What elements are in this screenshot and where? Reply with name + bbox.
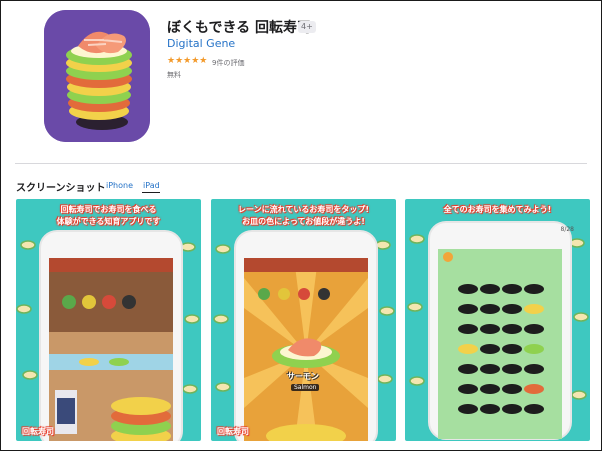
caption-line-1: レーンに流れているお寿司をタップ! [237, 205, 369, 214]
tab-iphone[interactable]: iPhone [106, 181, 133, 190]
rating-stars-icon: ★★★★★ [167, 56, 208, 66]
tab-ipad[interactable]: iPad [143, 181, 160, 190]
tab-ipad-underline [142, 192, 160, 193]
screenshot-1[interactable]: 回転寿司でお寿司を食べる 体験ができる知育アプリです 回転寿司 [16, 199, 201, 441]
caption-line-2: 体験ができる知育アプリです [56, 217, 161, 226]
caption-line-2: お皿の色によってお値段が違うよ! [242, 217, 365, 226]
rating-count: 9件の評価 [212, 59, 245, 67]
app-title: ぼくもできる 回転寿司 [167, 20, 312, 36]
collection-screen [438, 249, 562, 439]
phone-mockup [234, 230, 378, 441]
developer-link[interactable]: Digital Gene [167, 37, 235, 50]
game-logo: 回転寿司 [22, 427, 54, 436]
age-rating-badge: 4+ [298, 21, 316, 33]
game-screen [244, 258, 368, 441]
app-icon [44, 10, 150, 142]
screenshots-heading: スクリーンショット [16, 183, 106, 194]
phone-mockup [428, 221, 572, 440]
game-logo: 回転寿司 [217, 427, 249, 436]
sushi-name-en: Salmon [291, 384, 320, 391]
screenshot-2[interactable]: レーンに流れているお寿司をタップ! お皿の色によってお値段が違うよ! サーモン … [211, 199, 396, 441]
screenshot-3[interactable]: 全てのお寿司を集めてみよう! 8/28 [405, 199, 590, 441]
collection-counter: 8/28 [560, 226, 574, 233]
caption-line-1: 回転寿司でお寿司を食べる [60, 205, 157, 214]
caption-line-1: 全てのお寿司を集めてみよう! [443, 205, 552, 214]
game-screen [49, 258, 173, 441]
section-divider [15, 163, 587, 164]
sushi-name-jp: サーモン [287, 372, 319, 381]
price-label: 無料 [167, 71, 181, 79]
phone-mockup [39, 230, 183, 441]
